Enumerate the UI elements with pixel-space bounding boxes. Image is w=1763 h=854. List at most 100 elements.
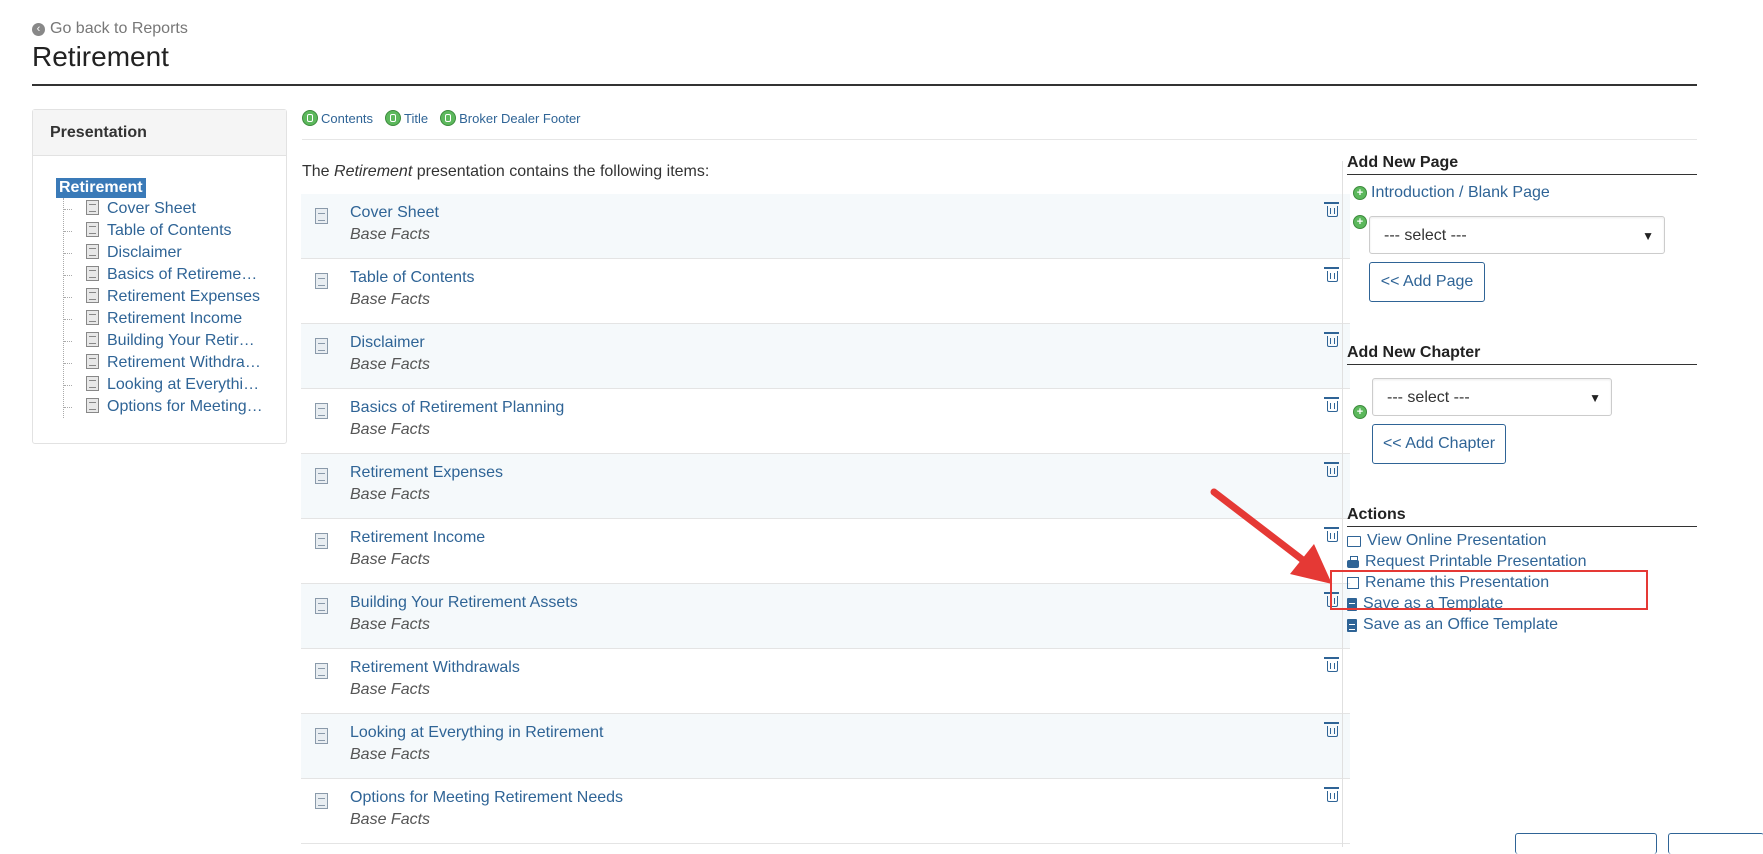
add-chapter-button[interactable]: << Add Chapter [1372, 424, 1506, 464]
add-chapter-title: Add New Chapter [1347, 344, 1697, 365]
plus-circle-icon[interactable]: + [1353, 405, 1367, 419]
trash-icon[interactable] [1324, 722, 1339, 737]
trash-icon[interactable] [1324, 397, 1339, 412]
item-name-link[interactable]: Retirement Income [350, 529, 485, 547]
annotation-arrow [1210, 488, 1332, 584]
printer-icon [1347, 555, 1359, 568]
trash-icon[interactable] [1324, 657, 1339, 672]
tree-node[interactable]: Basics of Retiremen… [64, 264, 263, 286]
presentation-item-row: Table of Contents Base Facts [301, 259, 1350, 324]
presentation-item-row: Looking at Everything in Retirement Base … [301, 714, 1350, 779]
tree-node-label: Options for Meeting … [107, 398, 263, 415]
header-divider [32, 84, 1697, 86]
presentation-item-row: Basics of Retirement Planning Base Facts [301, 389, 1350, 454]
trash-icon[interactable] [1324, 267, 1339, 282]
tree-node[interactable]: Retirement Income [64, 308, 263, 330]
section-toggle[interactable]: Broker Dealer Footer [440, 110, 581, 126]
presentation-tree: Retirement Cover Sheet Table of Contents D… [56, 178, 263, 418]
actions-title: Actions [1347, 506, 1697, 527]
tree-root-node[interactable]: Retirement [56, 178, 146, 198]
request-printable-label: Request Printable Presentation [1365, 553, 1587, 570]
item-source: Base Facts [350, 811, 431, 828]
document-icon [315, 273, 328, 289]
add-page-title: Add New Page [1347, 154, 1697, 175]
intro-text-end: presentation contains the following item… [412, 163, 710, 180]
arrow-left-icon: ‹ [32, 22, 45, 36]
tree-node[interactable]: Retirement Withdra… [64, 352, 263, 374]
document-icon [86, 222, 99, 237]
presentation-item-row: Retirement Withdrawals Base Facts [301, 649, 1350, 714]
blank-page-label: Introduction / Blank Page [1371, 184, 1550, 201]
item-name-link[interactable]: Looking at Everything in Retirement [350, 724, 603, 742]
document-icon [315, 663, 328, 679]
item-name-link[interactable]: Cover Sheet [350, 204, 439, 222]
document-icon [315, 598, 328, 614]
add-page-button[interactable]: << Add Page [1369, 262, 1485, 302]
toggle-on-icon [385, 110, 402, 126]
toggle-on-icon [440, 110, 457, 126]
panel-heading: Presentation [33, 110, 286, 156]
tree-node[interactable]: Looking at Everythi… [64, 374, 263, 396]
trash-icon[interactable] [1324, 332, 1339, 347]
trash-icon[interactable] [1324, 202, 1339, 217]
section-toggle-label: Contents [321, 110, 374, 126]
presentation-item-row: Building Your Retirement Assets Base Fact… [301, 584, 1350, 649]
dropdown-caret-icon: ▼ [1642, 229, 1654, 243]
tree-node[interactable]: Cover Sheet [64, 198, 263, 220]
tree-node[interactable]: Building Your Retire… [64, 330, 263, 352]
chapter-select[interactable]: --- select --- ▼ [1372, 378, 1612, 416]
item-name-link[interactable]: Disclaimer [350, 334, 425, 352]
item-name-link[interactable]: Options for Meeting Retirement Needs [350, 789, 623, 807]
tree-node-label: Retirement Withdra… [107, 354, 261, 371]
document-icon [315, 728, 328, 744]
document-icon [315, 793, 328, 809]
intro-text-presentation-name: Retirement [334, 163, 413, 180]
filter-divider [302, 139, 1697, 140]
document-icon [86, 266, 99, 281]
tree-node[interactable]: Table of Contents [64, 220, 263, 242]
bottom-button-partial[interactable] [1668, 833, 1763, 854]
back-to-reports-link[interactable]: ‹ Go back to Reports [32, 20, 188, 38]
tree-node[interactable]: Options for Meeting … [64, 396, 263, 418]
item-source: Base Facts [350, 421, 431, 438]
item-source: Base Facts [350, 226, 431, 243]
presentation-item-row: Cover Sheet Base Facts [301, 194, 1350, 259]
back-link-label: Go back to Reports [50, 20, 188, 37]
item-source: Base Facts [350, 486, 431, 503]
document-icon [86, 376, 99, 391]
section-toggle[interactable]: Contents [302, 110, 373, 126]
document-icon [315, 208, 328, 224]
document-icon [86, 332, 99, 347]
request-printable-link[interactable]: Request Printable Presentation [1347, 553, 1586, 571]
tree-node[interactable]: Retirement Expenses [64, 286, 263, 308]
item-name-link[interactable]: Table of Contents [350, 269, 475, 287]
bottom-button-partial[interactable] [1515, 833, 1657, 854]
document-icon [315, 468, 328, 484]
item-name-link[interactable]: Retirement Expenses [350, 464, 503, 482]
trash-icon[interactable] [1324, 787, 1339, 802]
plus-circle-icon[interactable]: + [1353, 215, 1367, 229]
section-toggle[interactable]: Title [385, 110, 428, 126]
item-name-link[interactable]: Basics of Retirement Planning [350, 399, 564, 417]
section-toggles: Contents Title Broker Dealer Footer [302, 110, 581, 126]
plus-circle-icon: + [1353, 186, 1367, 200]
section-toggle-label: Broker Dealer Footer [459, 110, 581, 126]
dropdown-caret-icon: ▼ [1589, 391, 1601, 405]
presentation-item-row: Retirement Expenses Base Facts [301, 454, 1350, 519]
item-name-link[interactable]: Building Your Retirement Assets [350, 594, 578, 612]
view-online-label: View Online Presentation [1367, 532, 1547, 549]
document-icon [86, 288, 99, 303]
page-select[interactable]: --- select --- ▼ [1369, 216, 1665, 254]
monitor-icon [1347, 535, 1361, 547]
tree-node-label: Looking at Everythi… [107, 376, 260, 393]
tree-node[interactable]: Disclaimer [64, 242, 263, 264]
item-source: Base Facts [350, 616, 431, 633]
presentation-item-row: Retirement Income Base Facts [301, 519, 1350, 584]
item-name-link[interactable]: Retirement Withdrawals [350, 659, 520, 677]
blank-page-link[interactable]: + Introduction / Blank Page [1353, 184, 1550, 202]
document-icon [86, 200, 99, 215]
tree-node-label: Table of Contents [107, 222, 232, 239]
trash-icon[interactable] [1324, 462, 1339, 477]
view-online-link[interactable]: View Online Presentation [1347, 532, 1546, 550]
save-office-template-link[interactable]: Save as an Office Template [1347, 616, 1558, 634]
